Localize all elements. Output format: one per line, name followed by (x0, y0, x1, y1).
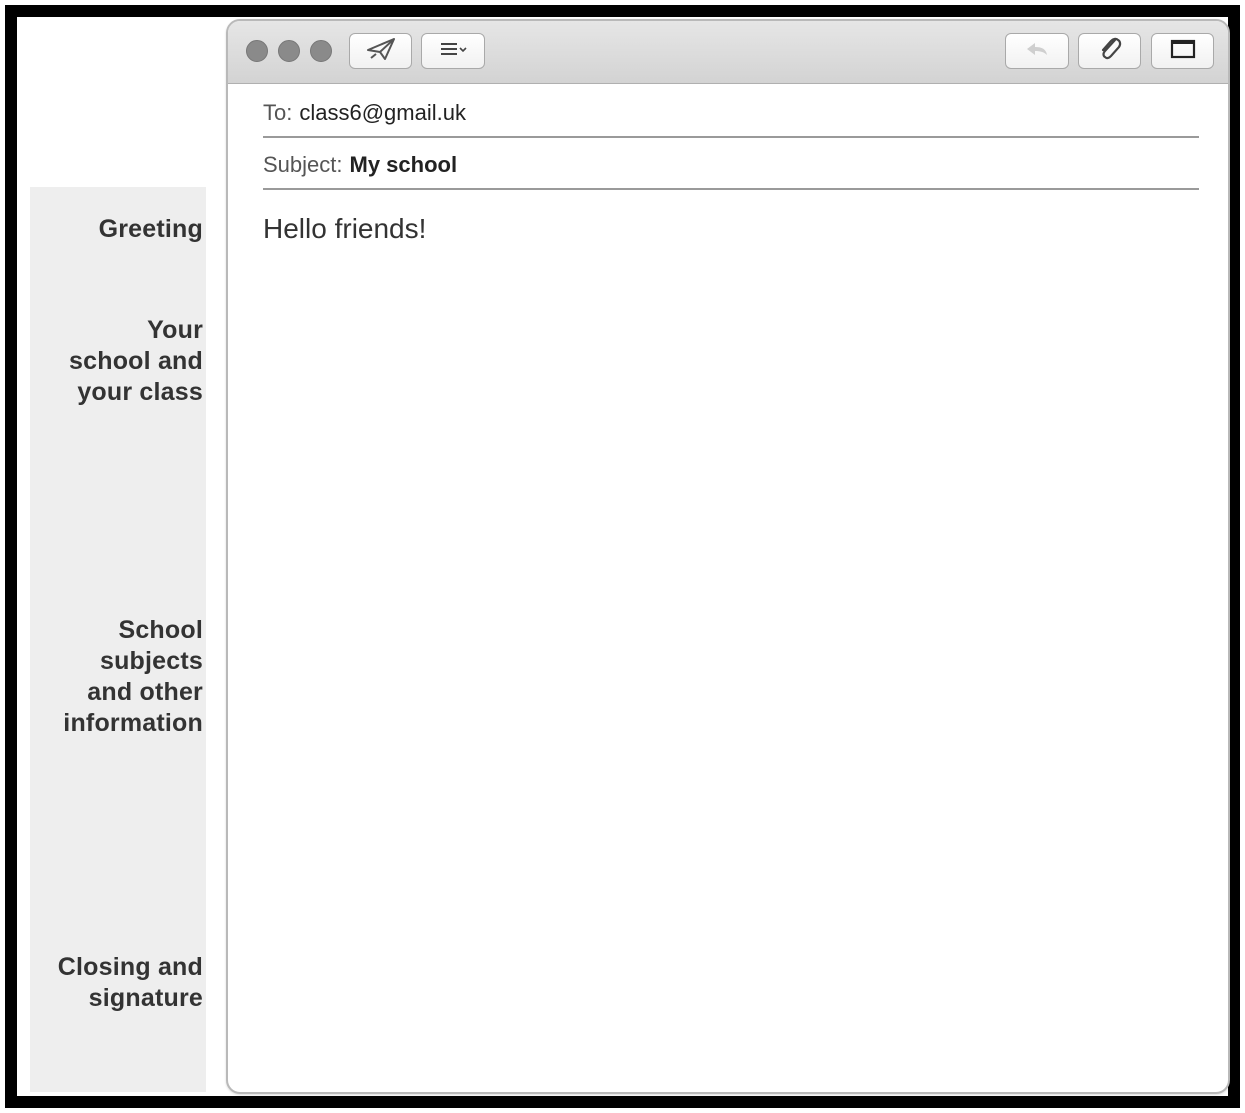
subject-value[interactable]: My school (350, 152, 458, 178)
guide-label-school-class: Your school and your class (69, 316, 203, 406)
to-label: To: (263, 100, 293, 125)
guide-label-subjects: School subjects and other information (63, 616, 203, 737)
to-field[interactable]: To: class6@gmail.uk (263, 86, 1199, 138)
format-list-icon (433, 38, 473, 65)
subject-label: Subject: (263, 152, 343, 177)
window-titlebar (228, 21, 1228, 84)
message-body[interactable]: Hello friends! (263, 213, 426, 245)
to-address[interactable]: class6@gmail.uk (299, 100, 466, 126)
attachment-icon (1095, 34, 1125, 69)
window-icon (1168, 37, 1198, 66)
format-menu-button[interactable] (421, 33, 485, 69)
send-button[interactable] (349, 33, 412, 69)
minimize-window-button[interactable] (278, 40, 300, 62)
close-window-button[interactable] (246, 40, 268, 62)
reply-button[interactable] (1005, 33, 1069, 69)
send-icon (365, 36, 397, 67)
guide-label-closing: Closing and signature (57, 953, 203, 1012)
zoom-window-button[interactable] (310, 40, 332, 62)
window-button[interactable] (1151, 33, 1214, 69)
subject-field[interactable]: Subject: My school (263, 138, 1199, 190)
email-compose-window: To: class6@gmail.uk Subject: My school H… (226, 19, 1230, 1094)
attach-button[interactable] (1078, 33, 1141, 69)
reply-icon (1020, 38, 1054, 65)
guide-label-greeting: Greeting (98, 215, 203, 243)
